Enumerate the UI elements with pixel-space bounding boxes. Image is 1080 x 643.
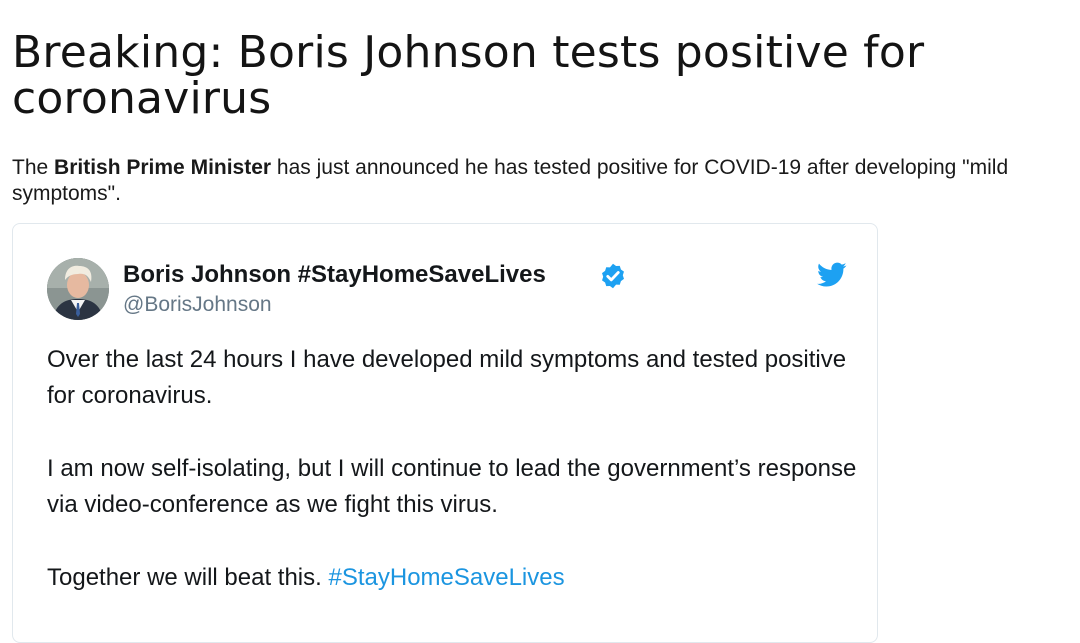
lede-text-start: The [12, 156, 55, 179]
avatar[interactable] [47, 258, 109, 320]
article-headline: Breaking: Boris Johnson tests positive f… [12, 27, 925, 124]
hashtag-link[interactable]: #StayHomeSaveLives [328, 564, 564, 591]
twitter-bird-icon[interactable] [817, 262, 847, 288]
tweet-paragraph-1: Over the last 24 hours I have developed … [47, 346, 847, 409]
embedded-tweet-card[interactable]: Boris Johnson #StayHomeSaveLives @BorisJ… [12, 223, 878, 643]
article-lede: The British Prime Minister has just anno… [12, 155, 1072, 207]
tweet-paragraph-3: Together we will beat this. #StayHomeSav… [47, 560, 857, 596]
tweet-paragraph-2: I am now self-isolating, but I will cont… [47, 455, 857, 518]
tweet-paragraph-3-text: Together we will beat this. [47, 564, 329, 591]
lede-bold-text: British Prime Minister [54, 156, 272, 179]
verified-badge-icon [602, 263, 624, 289]
avatar-portrait-icon [47, 258, 109, 320]
tweet-author-name[interactable]: Boris Johnson #StayHomeSaveLives [123, 260, 546, 290]
tweet-author-handle[interactable]: @BorisJohnson [123, 292, 272, 318]
